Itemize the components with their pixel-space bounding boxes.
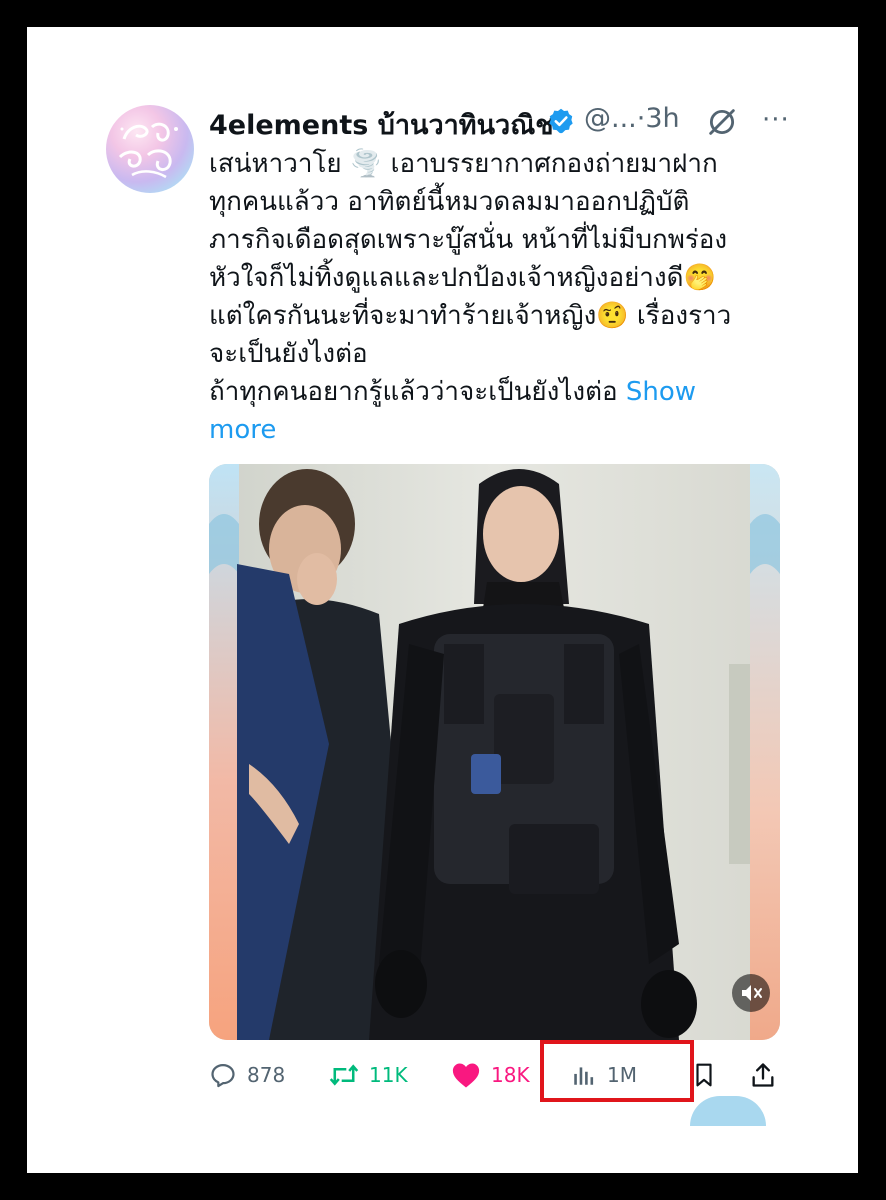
- mute-button[interactable]: [732, 974, 770, 1012]
- like-count: 18K: [491, 1063, 530, 1087]
- views-highlight-box: [540, 1040, 694, 1102]
- handle-and-time[interactable]: @...·3h: [584, 103, 680, 134]
- tweet-body: เสน่หาวาโย 🌪️ เอาบรรยากาศกองถ่ายมาฝาก ทุ…: [209, 149, 732, 407]
- more-options-icon[interactable]: ···: [762, 105, 790, 135]
- tweet-header: 4elements บ้านวาทินวณิช @...·3h ···: [209, 99, 789, 141]
- reply-button[interactable]: 878: [209, 1055, 285, 1095]
- reply-icon: [211, 1063, 235, 1088]
- avatar[interactable]: [106, 105, 194, 193]
- heart-icon: [452, 1063, 480, 1088]
- mute-icon: [742, 985, 762, 1001]
- retweet-button[interactable]: 11K: [329, 1055, 408, 1095]
- tweet-video[interactable]: [209, 464, 780, 1040]
- like-button[interactable]: 18K: [451, 1055, 530, 1095]
- tweet-actions: 878 11K 18K 1M: [209, 1055, 789, 1095]
- bookmark-icon: [696, 1063, 712, 1087]
- tweet-text: เสน่หาวาโย 🌪️ เอาบรรยากาศกองถ่ายมาฝาก ทุ…: [209, 145, 781, 449]
- timestamp[interactable]: 3h: [645, 103, 679, 134]
- retweet-count: 11K: [369, 1063, 408, 1087]
- share-button[interactable]: [749, 1055, 787, 1095]
- share-icon: [752, 1063, 774, 1087]
- reply-count: 878: [247, 1063, 286, 1087]
- bookmark-button[interactable]: [691, 1055, 727, 1095]
- grok-icon[interactable]: [705, 105, 739, 139]
- verified-badge-icon: [549, 108, 573, 134]
- retweet-icon: [329, 1064, 359, 1086]
- tweet-card[interactable]: 4elements บ้านวาทินวณิช @...·3h ··· เสน่…: [92, 93, 796, 1108]
- handle[interactable]: @...: [584, 103, 637, 134]
- display-name[interactable]: 4elements บ้านวาทินวณิช: [209, 103, 554, 146]
